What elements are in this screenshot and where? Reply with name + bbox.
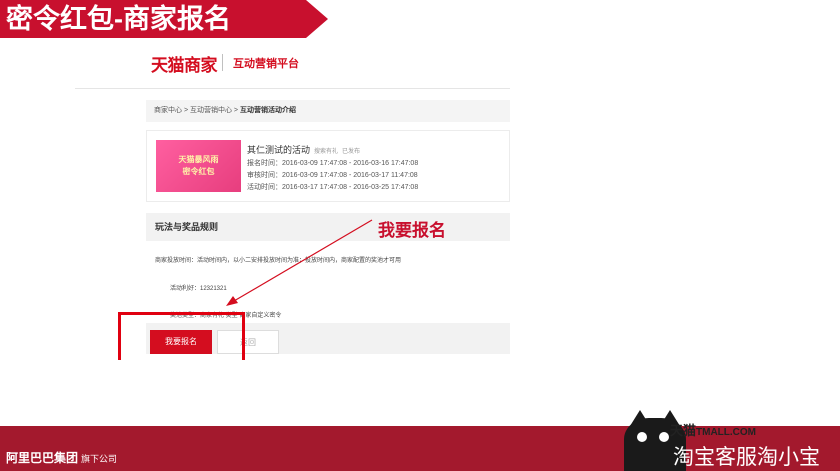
tmall-cat-eye-left (637, 432, 647, 442)
tmall-logo-text: 天猫TMALL.COM (670, 420, 756, 439)
title-arrow-decoration (306, 0, 328, 38)
rules-heading: 玩法与奖品规则 (146, 213, 510, 241)
breadcrumb-current: 互动营销活动介绍 (239, 107, 296, 114)
breadcrumb-item-marketing-center[interactable]: 互动营销中心 (190, 107, 232, 114)
activity-tag: 搜索有礼 (314, 149, 339, 155)
service-caption: 淘宝客服淘小宝 (673, 446, 820, 469)
review-time: 审核时间：2016-03-09 17:47:08 - 2016-03-17 11… (247, 172, 418, 179)
alibaba-group-sub: 旗下公司 (81, 454, 118, 464)
header-rule (75, 88, 510, 89)
header-divider (222, 54, 223, 71)
activity-status: 已发布 (342, 149, 361, 155)
tmall-en: TMALL.COM (696, 427, 757, 438)
tmall-cn: 天猫 (670, 423, 697, 438)
thumbnail-line-1: 天猫暴风雨 (178, 155, 219, 164)
activity-title-row: 其仁测试的活动 搜索有礼 已发布 (247, 143, 360, 156)
rule-delivery-time: 商家投放时间：活动时间内，以小二安排投放时间为准；投放时间内，商家配置的奖池才可… (155, 258, 402, 264)
tmall-merchant-logo[interactable]: 天猫商家 (151, 51, 218, 76)
rule-benefit: 活动利好：12321321 (170, 286, 227, 292)
tmall-cat-eye-right (659, 432, 669, 442)
breadcrumb: 商家中心 > 互动营销中心 > 互动营销活动介绍 (146, 100, 510, 122)
signup-time: 报名时间：2016-03-09 17:47:08 - 2016-03-16 17… (247, 160, 419, 167)
alibaba-group-name: 阿里巴巴集团 (6, 451, 79, 465)
breadcrumb-separator: > (182, 107, 190, 114)
annotation-label: 我要报名 (378, 221, 446, 240)
alibaba-group-logo: 阿里巴巴集团 旗下公司 (6, 449, 117, 466)
slide-title: 密令红包-商家报名 (0, 0, 306, 38)
highlight-box (118, 312, 245, 360)
activity-title: 其仁测试的活动 (247, 145, 311, 155)
event-time: 活动时间：2016-03-17 17:47:08 - 2016-03-25 17… (247, 184, 419, 191)
platform-name: 互动营销平台 (233, 58, 299, 70)
activity-card: 天猫暴风雨 密令红包 其仁测试的活动 搜索有礼 已发布 报名时间：2016-03-0… (146, 130, 510, 202)
breadcrumb-separator: > (231, 107, 240, 114)
breadcrumb-item-merchant-center[interactable]: 商家中心 (154, 107, 182, 114)
activity-thumbnail: 天猫暴风雨 密令红包 (156, 140, 241, 192)
thumbnail-line-2: 密令红包 (182, 167, 215, 176)
